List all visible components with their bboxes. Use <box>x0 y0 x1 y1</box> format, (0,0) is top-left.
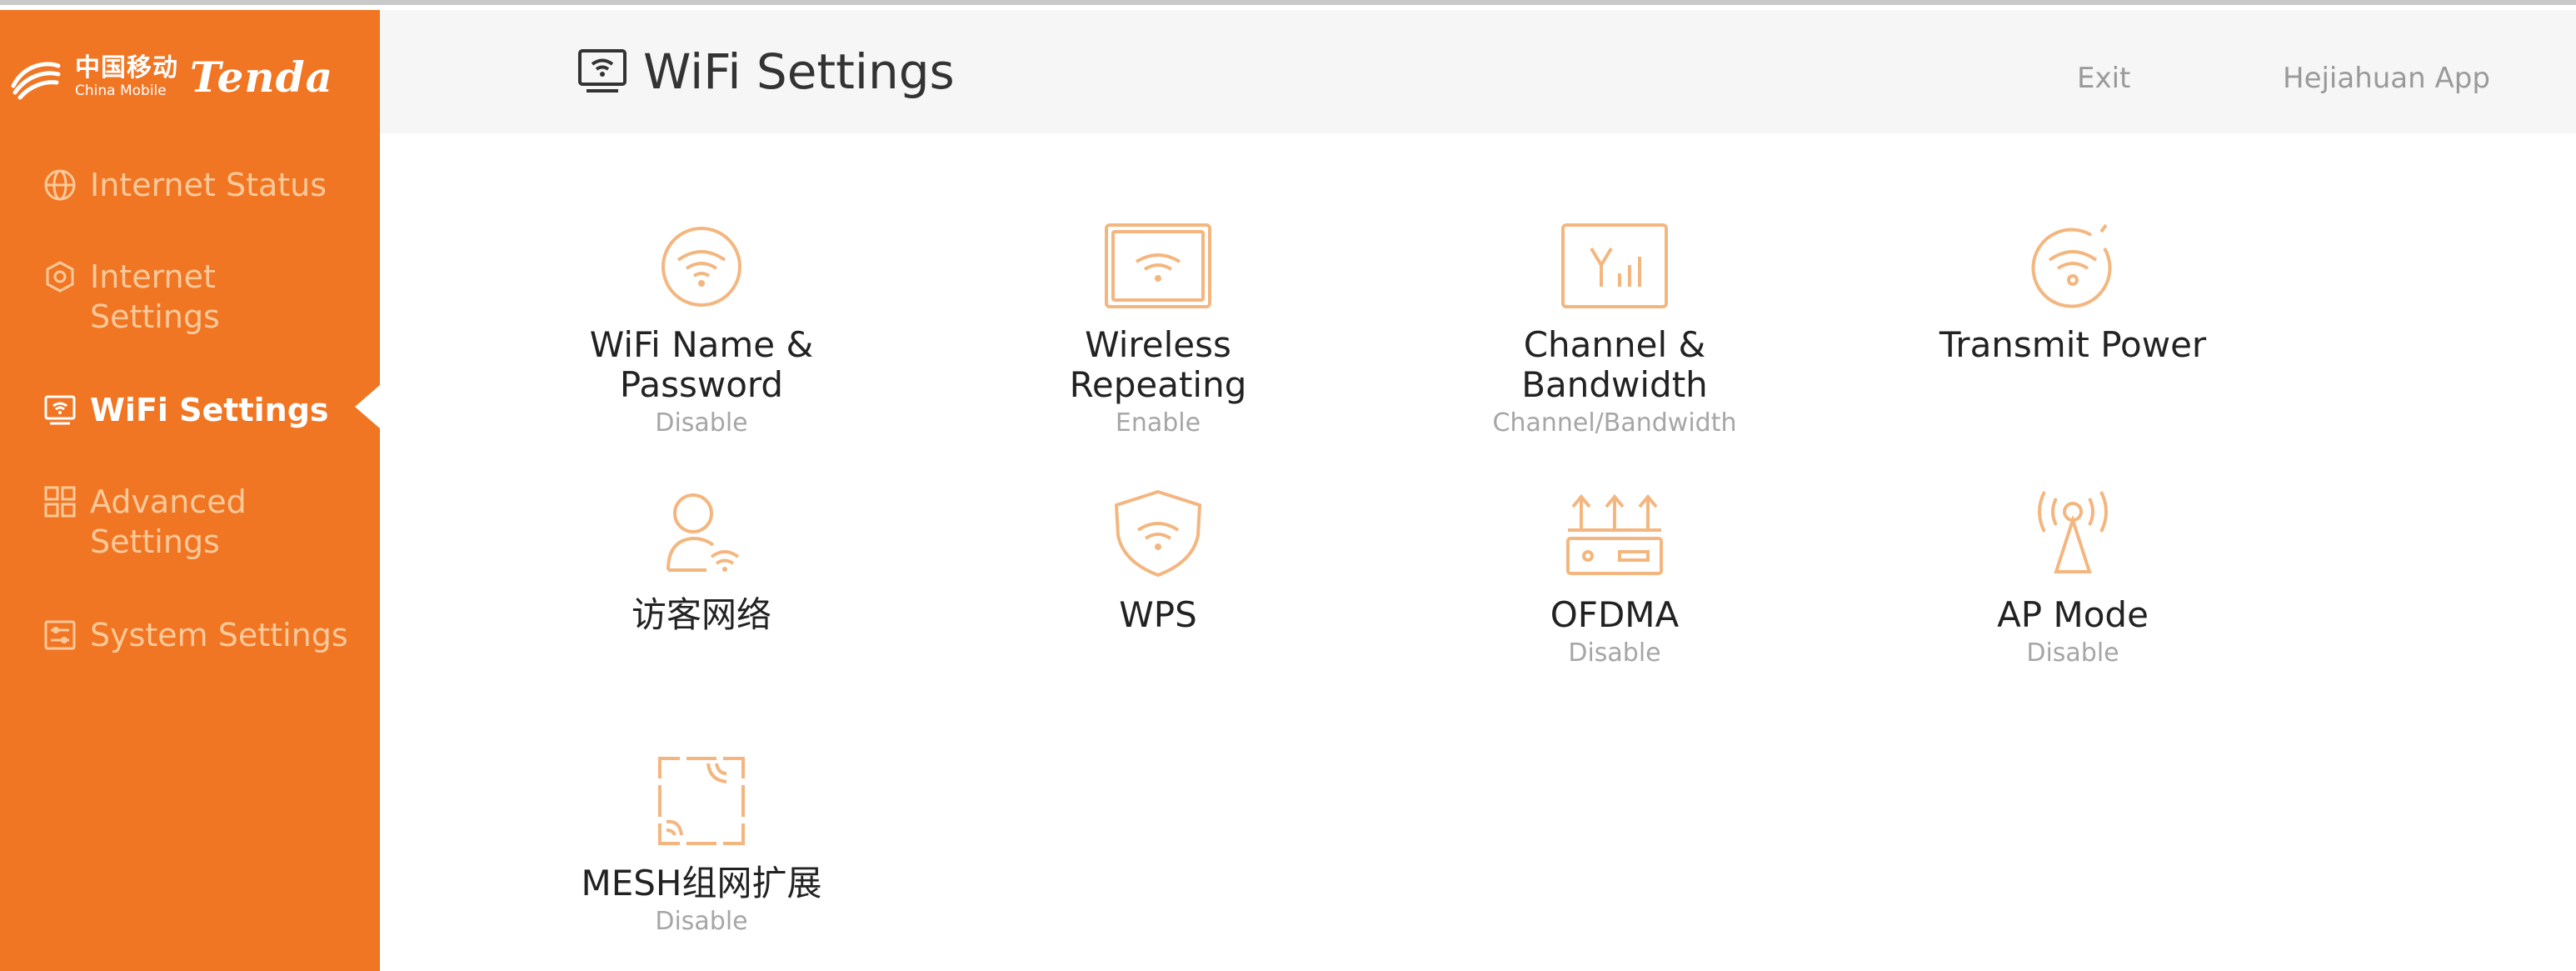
tile-transmit-power[interactable]: Transmit Power <box>1848 217 2298 367</box>
ap-antenna-icon <box>2038 491 2108 573</box>
tile-label: WiFi Name & Password <box>589 324 814 405</box>
page-title: WiFi Settings <box>577 43 955 100</box>
globe-icon <box>44 169 76 201</box>
carrier-name-en: China Mobile <box>75 82 167 99</box>
wifi-circle-icon <box>661 227 741 307</box>
antenna-signal-icon <box>1561 223 1668 308</box>
brand-logo: 中国移动 China Mobile Tenda <box>7 43 373 110</box>
page-header: WiFi Settings Exit Hejiahuan App <box>380 10 2576 133</box>
wifi-power-icon <box>2031 223 2112 308</box>
exit-link[interactable]: Exit <box>2077 62 2130 95</box>
sidebar-item-label: Advanced Settings <box>90 483 247 560</box>
tile-status: Enable <box>1115 408 1201 438</box>
wifi-box-icon <box>1105 223 1211 308</box>
sidebar-item-advanced-settings[interactable]: Advanced Settings <box>42 482 367 562</box>
carrier-name-cn: 中国移动 <box>75 53 178 83</box>
window-frame: 中国移动 China Mobile Tenda Internet Status <box>0 0 2576 971</box>
tile-mesh[interactable]: MESH组网扩展 Disable <box>477 755 926 938</box>
tile-label: Wireless Repeating <box>1069 324 1247 405</box>
tile-status: Disable <box>655 408 748 438</box>
sidebar-item-label: Internet Settings <box>90 258 220 335</box>
tile-label: MESH组网扩展 <box>581 863 822 903</box>
vendor-logo: Tenda <box>190 52 333 102</box>
tile-wireless-repeating[interactable]: Wireless Repeating Enable <box>933 217 1383 440</box>
tile-label: Transmit Power <box>1939 324 2207 365</box>
sidebar-item-label: System Settings <box>90 617 348 653</box>
sidebar-item-system-settings[interactable]: System Settings <box>42 615 367 655</box>
active-indicator <box>355 385 380 428</box>
mesh-icon <box>658 757 745 845</box>
tile-wps[interactable]: WPS <box>933 487 1383 637</box>
carrier-wordmark: 中国移动 China Mobile <box>75 53 178 99</box>
sidebar-item-label: Internet Status <box>90 167 327 203</box>
tile-ap-mode[interactable]: AP Mode Disable <box>1848 487 2298 670</box>
wifi-monitor-icon <box>44 395 76 425</box>
guest-user-icon <box>666 493 740 572</box>
grid-apps-icon <box>44 486 76 518</box>
tile-label: Channel & Bandwidth <box>1521 324 1708 405</box>
tile-status: Disable <box>655 907 748 936</box>
router-arrows-icon <box>1566 493 1663 575</box>
tile-status: Channel/Bandwidth <box>1492 408 1737 438</box>
wps-shield-icon <box>1114 489 1202 578</box>
tile-guest-network[interactable]: 访客网络 <box>477 487 926 637</box>
tile-label: OFDMA <box>1550 594 1680 635</box>
tile-status: Disable <box>1568 638 1661 668</box>
tile-label: AP Mode <box>1997 594 2149 635</box>
sidebar-item-internet-settings[interactable]: Internet Settings <box>42 257 367 337</box>
tile-status: Disable <box>2026 638 2119 668</box>
app-link[interactable]: Hejiahuan App <box>2283 62 2490 95</box>
page-title-text: WiFi Settings <box>643 43 955 100</box>
tile-ofdma[interactable]: OFDMA Disable <box>1390 487 1840 670</box>
tile-label: WPS <box>1119 594 1197 635</box>
sidebar-item-wifi-settings[interactable]: WiFi Settings <box>42 390 367 430</box>
settings-cube-icon <box>46 261 74 293</box>
tile-label: 访客网络 <box>631 594 771 635</box>
tile-wifi-name-password[interactable]: WiFi Name & Password Disable <box>477 217 926 440</box>
tile-channel-bandwidth[interactable]: Channel & Bandwidth Channel/Bandwidth <box>1390 217 1840 440</box>
sidebar: 中国移动 China Mobile Tenda Internet Status <box>0 10 380 971</box>
china-mobile-logo-icon <box>11 62 61 100</box>
sidebar-item-internet-status[interactable]: Internet Status <box>42 165 367 205</box>
sidebar-item-label: WiFi Settings <box>90 392 329 428</box>
system-panel-icon <box>44 620 76 650</box>
wifi-monitor-icon <box>578 49 627 93</box>
